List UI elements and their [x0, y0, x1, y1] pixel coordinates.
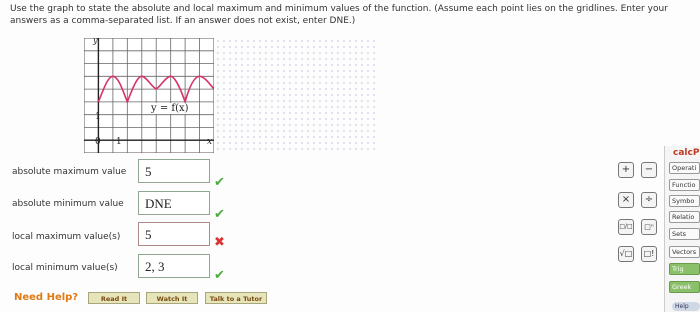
abs-max-label: absolute maximum value	[12, 167, 127, 177]
need-help-label: Need Help?	[14, 292, 79, 303]
function-label: y = f(x)	[150, 103, 190, 114]
factorial-button[interactable]: □!	[641, 246, 657, 262]
read-it-button[interactable]: Read It	[88, 292, 140, 304]
abs-max-input[interactable]: 5	[138, 159, 210, 183]
abs-min-label: absolute minimum value	[12, 199, 124, 209]
local-max-label: local maximum value(s)	[12, 232, 121, 242]
graph-svg	[83, 37, 215, 154]
y-axis-label: y	[93, 36, 98, 45]
talk-to-tutor-button[interactable]: Talk to a Tutor	[205, 292, 267, 304]
cross-icon: ✖	[214, 235, 225, 250]
calcpad-sets[interactable]: Sets	[669, 228, 700, 240]
graph-dotted-background	[215, 38, 375, 153]
local-max-input[interactable]: 5	[138, 222, 210, 246]
sqrt-button[interactable]: √□	[618, 246, 634, 262]
function-graph	[83, 37, 215, 154]
watch-it-button[interactable]: Watch It	[146, 292, 198, 304]
check-icon: ✔	[214, 268, 225, 283]
calcpad-greek[interactable]: Greek	[669, 281, 700, 293]
check-icon: ✔	[214, 175, 225, 190]
calcpad-trig[interactable]: Trig	[669, 263, 700, 275]
check-icon: ✔	[214, 207, 225, 222]
origin-label: 0	[95, 137, 101, 147]
local-min-label: local minimum value(s)	[12, 263, 118, 273]
times-button[interactable]: ×	[618, 192, 634, 208]
calcpad-help-button[interactable]: Help	[672, 302, 700, 311]
y-tick-label: 1	[95, 112, 101, 122]
local-min-input[interactable]: 2, 3	[138, 254, 210, 278]
calcpad-symbols[interactable]: Symbo	[669, 195, 700, 207]
x-axis-label: x	[207, 137, 213, 147]
calcpad-relations[interactable]: Relatio	[669, 211, 700, 223]
divide-button[interactable]: ÷	[641, 192, 657, 208]
calcpad-vectors[interactable]: Vectors	[669, 246, 700, 258]
instructions-text: Use the graph to state the absolute and …	[10, 4, 668, 26]
calcpad-title: calcP	[673, 148, 700, 158]
calcpad-functions[interactable]: Functio	[669, 179, 700, 191]
calcpad-operations[interactable]: Operati	[669, 162, 700, 174]
minus-button[interactable]: −	[641, 162, 657, 178]
plus-button[interactable]: +	[618, 162, 634, 178]
fraction-button[interactable]: □/□	[618, 219, 634, 235]
x-tick-label: 1	[116, 137, 122, 147]
abs-min-input[interactable]: DNE	[138, 191, 210, 215]
power-button[interactable]: □ⁿ	[641, 219, 657, 235]
